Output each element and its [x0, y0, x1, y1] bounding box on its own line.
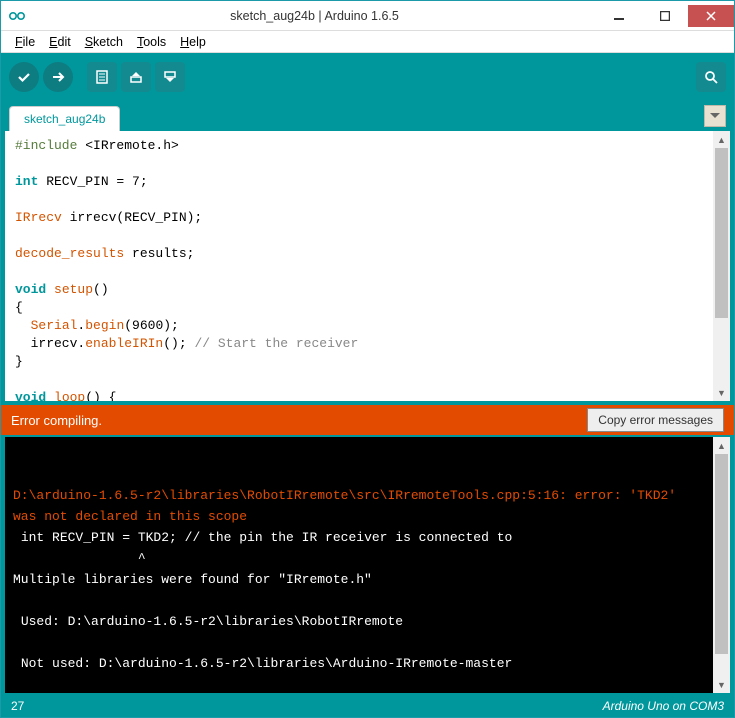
open-button[interactable] — [121, 62, 151, 92]
new-button[interactable] — [87, 62, 117, 92]
menu-sketch[interactable]: Sketch — [79, 33, 129, 51]
menu-help[interactable]: Help — [174, 33, 212, 51]
serial-monitor-button[interactable] — [696, 62, 726, 92]
bottom-bar: 27 Arduino Uno on COM3 — [1, 695, 734, 717]
copy-error-button[interactable]: Copy error messages — [587, 408, 724, 432]
line-number: 27 — [11, 699, 24, 713]
scroll-up-icon[interactable]: ▲ — [713, 437, 730, 454]
window-title: sketch_aug24b | Arduino 1.6.5 — [33, 9, 596, 23]
minimize-button[interactable] — [596, 5, 642, 27]
tabbar: sketch_aug24b — [1, 101, 734, 131]
code-editor[interactable]: #include <IRremote.h> int RECV_PIN = 7; … — [5, 131, 713, 401]
console-line: int RECV_PIN = TKD2; // the pin the IR r… — [13, 530, 512, 545]
scroll-up-icon[interactable]: ▲ — [713, 131, 730, 148]
tab-sketch[interactable]: sketch_aug24b — [9, 106, 120, 131]
upload-button[interactable] — [43, 62, 73, 92]
console-line: Not used: D:\arduino-1.6.5-r2\libraries\… — [13, 656, 512, 671]
console-line: Used: D:\arduino-1.6.5-r2\libraries\Robo… — [13, 614, 403, 629]
board-info: Arduino Uno on COM3 — [603, 699, 724, 713]
console-line: ^ — [13, 551, 146, 566]
console-line: Multiple libraries were found for "IRrem… — [13, 572, 372, 587]
console-scrollbar[interactable]: ▲ ▼ — [713, 437, 730, 693]
arduino-icon — [6, 5, 28, 27]
save-button[interactable] — [155, 62, 185, 92]
console-output[interactable]: D:\arduino-1.6.5-r2\libraries\RobotIRrem… — [5, 437, 713, 693]
menu-file[interactable]: File — [9, 33, 41, 51]
verify-button[interactable] — [9, 62, 39, 92]
console-line: D:\arduino-1.6.5-r2\libraries\RobotIRrem… — [13, 488, 684, 524]
menubar: File Edit Sketch Tools Help — [1, 31, 734, 53]
scroll-down-icon[interactable]: ▼ — [713, 384, 730, 401]
tab-menu-button[interactable] — [704, 105, 726, 127]
toolbar — [1, 53, 734, 101]
status-bar: Error compiling. Copy error messages — [1, 405, 734, 435]
window-controls — [596, 5, 734, 27]
scroll-thumb[interactable] — [715, 148, 728, 318]
menu-tools[interactable]: Tools — [131, 33, 172, 51]
editor-area: #include <IRremote.h> int RECV_PIN = 7; … — [1, 131, 734, 405]
status-message: Error compiling. — [11, 413, 587, 428]
close-button[interactable] — [688, 5, 734, 27]
window: sketch_aug24b | Arduino 1.6.5 File Edit … — [0, 0, 735, 718]
console-area: D:\arduino-1.6.5-r2\libraries\RobotIRrem… — [1, 435, 734, 695]
maximize-button[interactable] — [642, 5, 688, 27]
titlebar[interactable]: sketch_aug24b | Arduino 1.6.5 — [1, 1, 734, 31]
editor-scrollbar[interactable]: ▲ ▼ — [713, 131, 730, 401]
menu-edit[interactable]: Edit — [43, 33, 77, 51]
scroll-thumb[interactable] — [715, 454, 728, 654]
scroll-down-icon[interactable]: ▼ — [713, 676, 730, 693]
